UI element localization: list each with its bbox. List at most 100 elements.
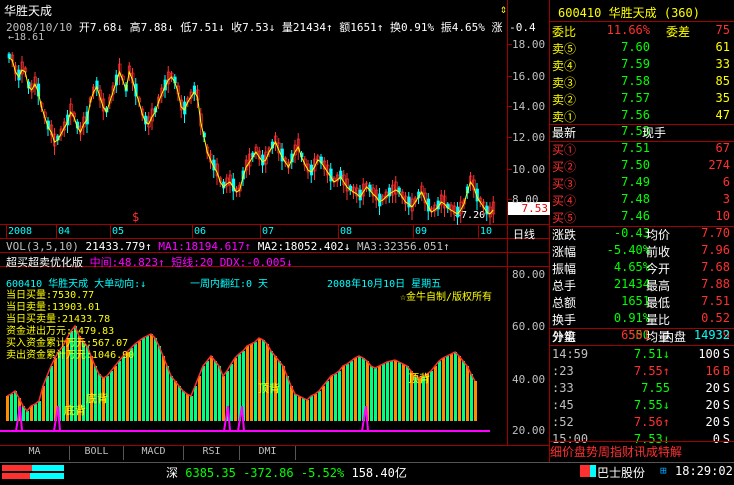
ind-bar: [230, 364, 233, 421]
ind-bar: [158, 346, 161, 421]
tab-dmi[interactable]: DMI: [240, 446, 296, 460]
stat-row-cell: 7.96: [701, 243, 730, 257]
broker-indicator: [580, 465, 590, 477]
vol-info: VOL(3,5,10) 21433.779↑ MA1:18194.617↑ MA…: [6, 240, 450, 253]
ind-bar: [442, 358, 445, 421]
candlestick-chart[interactable]: [0, 30, 507, 225]
buy-row-cell: 274: [708, 158, 730, 172]
sell-row: 卖② 7.57 35: [550, 91, 734, 108]
price-tick: 16.00: [512, 70, 546, 83]
ind-bar: [470, 374, 473, 421]
overlay-copyright: ☆金牛自制/版权所有: [400, 292, 493, 303]
tick-row-cell: 7.55↓: [633, 398, 670, 412]
ind-bar: [290, 386, 293, 421]
overlay-line1b: 一周内翻红:0 天: [190, 279, 269, 290]
clock: 18:29:02: [675, 464, 733, 478]
tab-rsi[interactable]: RSI: [184, 446, 240, 460]
event-marker-icon[interactable]: $: [132, 210, 139, 224]
tick-mark: [508, 106, 512, 107]
weibi-row: 委比 11.66% 委差 75: [550, 23, 734, 40]
buy-row-cell: 10: [715, 209, 730, 223]
tab-macd[interactable]: MACD: [124, 446, 184, 460]
tick-row-cell: 7.56↑: [633, 415, 670, 429]
ind-bar: [474, 381, 477, 421]
ind-bar: [90, 356, 93, 421]
tick-row-cell: 7.55↑: [633, 364, 670, 378]
buy-row: 买⑤ 7.46 10: [550, 209, 734, 226]
time-tick-line: [413, 225, 414, 238]
stat-row-cell: 7.68: [701, 260, 730, 274]
buy-row-cell: 67: [715, 141, 730, 155]
tick-mark: [508, 44, 512, 45]
down-bar: [32, 465, 64, 471]
tab-boll[interactable]: BOLL: [70, 446, 124, 460]
tick-row-cell: :45: [552, 398, 574, 412]
tick-row: :23 7.55↑ 16 B: [550, 364, 734, 381]
stat-row: 涨跌 -0.43 均价 7.70: [550, 226, 734, 243]
ind-bar: [314, 394, 317, 421]
stat-row-cell: 7.70: [701, 226, 730, 240]
last-row: 最新 7.53 现手: [550, 124, 734, 141]
buy-row-cell: 3: [722, 192, 730, 206]
clock-icon: ⊞: [660, 464, 667, 477]
tick-row-cell: 20: [705, 398, 720, 412]
ind-bar: [318, 391, 321, 421]
stat-row-cell: 总额: [552, 296, 577, 310]
buy-row-cell: 6: [722, 175, 730, 189]
buy-row: 买③ 7.49 6: [550, 175, 734, 192]
ind-bar: [166, 366, 169, 421]
ind-bar: [174, 381, 177, 421]
ind-bar: [454, 352, 457, 421]
lock-icon[interactable]: ⇕: [500, 2, 507, 16]
stat-row-cell: 总手: [552, 279, 577, 293]
last-row-cell: 最新: [552, 126, 577, 140]
ind-bar: [150, 334, 153, 421]
ind-bar: [350, 361, 353, 421]
stat-row-cell: 7.88: [701, 277, 730, 291]
time-tick: 07: [262, 226, 275, 237]
ind-bar: [466, 366, 469, 421]
ind-bar: [306, 400, 309, 421]
ind-tick: 40.00: [512, 373, 546, 386]
time-tick: 05: [112, 226, 125, 237]
buy-row-cell: 7.48: [621, 192, 650, 206]
ind-bar: [142, 338, 145, 421]
ind-bar: [218, 366, 221, 421]
sell-row: 卖⑤ 7.60 61: [550, 40, 734, 57]
ind-bar: [334, 374, 337, 421]
ind-bar: [282, 366, 285, 421]
pan-row-cell: 内盘: [662, 330, 687, 344]
time-axis-line: [0, 238, 550, 239]
ind-bar: [222, 376, 225, 421]
stat-row-cell: 7.51: [701, 294, 730, 308]
ind-bar: [398, 362, 401, 421]
buy-row-cell: 买⑤: [552, 211, 577, 225]
quote-sep: [550, 226, 734, 227]
sell-row: 卖③ 7.58 85: [550, 74, 734, 91]
period-label[interactable]: 日线: [513, 226, 535, 242]
stat-row: 换手 0.91% 量比 0.52: [550, 311, 734, 328]
ind-bar: [346, 364, 349, 421]
quote-bottom-tabs[interactable]: 细价盘势周指财讯成特解: [550, 443, 734, 460]
sell-row-cell: 7.60: [621, 40, 650, 54]
ind-bar: [234, 358, 237, 421]
ind-bar: [118, 361, 121, 421]
tick-row-cell: S: [722, 381, 730, 395]
ind-bar: [42, 386, 45, 421]
broker-name[interactable]: 巴士股份: [597, 464, 645, 481]
ind-bar: [246, 346, 249, 421]
pan-row-cell: 外盘: [552, 330, 577, 344]
ind-bar: [458, 356, 461, 421]
sell-row: 卖④ 7.59 33: [550, 57, 734, 74]
price-tick: 12.00: [512, 131, 546, 144]
price-tick: 18.00: [512, 38, 546, 51]
tab-ma[interactable]: MA: [0, 446, 70, 460]
stat-row-cell: 均价: [646, 228, 671, 242]
sell-row-cell: 7.57: [621, 91, 650, 105]
tick-row-cell: :33: [552, 381, 574, 395]
index-info: 深 6385.35 -372.86 -5.52% 158.40亿: [166, 466, 407, 480]
ind-bar: [254, 342, 257, 421]
ind-bar: [330, 376, 333, 421]
buy-row-cell: 买③: [552, 177, 577, 191]
tick-mark: [508, 137, 512, 138]
